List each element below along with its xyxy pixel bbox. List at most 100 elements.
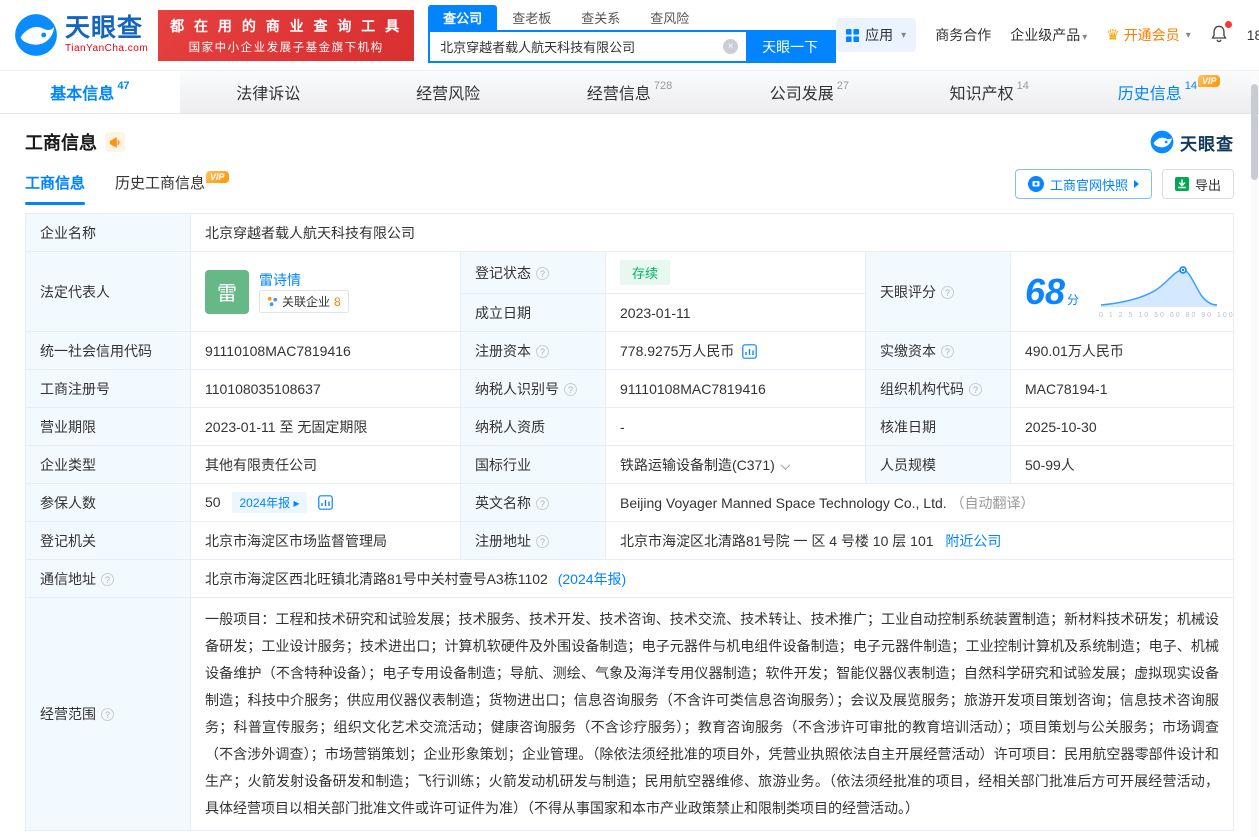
table-row: 经营范围? 一般项目：工程和技术研究和试验发展；技术服务、技术开发、技术咨询、技… — [26, 598, 1234, 831]
nav-open-vip[interactable]: ♛ 开通会员 ▾ — [1106, 25, 1190, 45]
search-button[interactable]: 天眼一下 — [746, 32, 834, 61]
table-row: 登记机关 北京市海淀区市场监督管理局 注册地址? 北京市海淀区北清路81号院 一… — [26, 522, 1234, 560]
annual-report-link[interactable]: (2024年报) — [558, 571, 626, 587]
help-icon[interactable]: ? — [536, 267, 549, 280]
english-name-value: Beijing Voyager Manned Space Technology … — [606, 484, 1234, 522]
tab-count: 27 — [837, 80, 849, 92]
account-phone-label: 186*... — [1247, 27, 1259, 43]
table-row: 营业期限 2023-01-11 至 无固定期限 纳税人资质 - 核准日期 202… — [26, 408, 1234, 446]
legal-rep-avatar[interactable]: 雷 — [205, 270, 249, 314]
org-code-value: MAC78194-1 — [1011, 370, 1234, 408]
search-input[interactable] — [430, 32, 723, 61]
tab-legal-proceedings[interactable]: 法律诉讼 — [180, 71, 360, 113]
help-icon[interactable]: ? — [941, 286, 954, 299]
search-tab-boss[interactable]: 查老板 — [497, 5, 566, 30]
related-companies-badge[interactable]: 关联企业 8 — [259, 290, 349, 313]
help-icon[interactable]: ? — [941, 345, 954, 358]
help-icon[interactable]: ? — [564, 383, 577, 396]
taxpayer-id-value: 91110108MAC7819416 — [606, 370, 866, 408]
subtab-actions: 工商官网快照 导出 — [1015, 169, 1234, 207]
brand-name: 天眼查 — [65, 16, 148, 41]
est-date-label: 成立日期 — [461, 294, 606, 332]
official-snapshot-button[interactable]: 工商官网快照 — [1015, 169, 1152, 199]
paid-capital-value: 490.01万人民币 — [1011, 332, 1234, 370]
help-icon[interactable]: ? — [536, 345, 549, 358]
scrollbar-track — [1251, 72, 1258, 837]
table-row: 企业类型 其他有限责任公司 国标行业 铁路运输设备制造(C371) 人员规模 5… — [26, 446, 1234, 484]
section-header: 工商信息 天眼查 — [25, 129, 1234, 155]
annual-report-badge[interactable]: 2024年报 ▸ — [232, 492, 306, 513]
help-icon[interactable]: ? — [536, 535, 549, 548]
search-box: × 天眼一下 — [428, 30, 836, 63]
nearby-companies-link[interactable]: 附近公司 — [945, 533, 1001, 549]
company-type-value: 其他有限责任公司 — [191, 446, 461, 484]
open-vip-label: 开通会员 — [1124, 25, 1180, 45]
score-cell[interactable]: 68分 0 1 2 5 10 50 60 80 90 100 — [1011, 252, 1234, 332]
insured-trend-icon[interactable] — [318, 495, 333, 510]
staff-size-label: 人员规模 — [866, 446, 1011, 484]
export-label: 导出 — [1195, 175, 1221, 194]
industry-label: 国标行业 — [461, 446, 606, 484]
tab-label: 法律诉讼 — [236, 80, 300, 104]
taxpayer-id-label: 纳税人识别号? — [461, 370, 606, 408]
top-header: 天眼查 TianYanCha.com 都 在 用 的 商 业 查 询 工 具 国… — [0, 0, 1259, 70]
tab-company-development[interactable]: 公司发展27 — [719, 71, 899, 113]
tab-history-info[interactable]: 历史信息14VIP — [1079, 71, 1259, 113]
help-icon[interactable]: ? — [969, 383, 982, 396]
insured-label: 参保人数 — [26, 484, 191, 522]
help-icon[interactable]: ? — [101, 708, 114, 721]
export-excel-icon — [1175, 177, 1189, 191]
main-content: 工商信息 天眼查 工商信息 历史工商信息VIP 工商官网 — [0, 129, 1259, 831]
capital-trend-icon[interactable] — [742, 344, 757, 359]
tab-label: 知识产权 — [950, 80, 1014, 104]
tab-operating-risk[interactable]: 经营风险 — [360, 71, 540, 113]
table-row: 通信地址? 北京市海淀区西北旺镇北清路81号中关村壹号A3栋1102 (2024… — [26, 560, 1234, 598]
business-scope-label: 经营范围? — [26, 598, 191, 831]
search-tab-risk[interactable]: 查风险 — [635, 5, 704, 30]
reg-capital-label: 注册资本? — [461, 332, 606, 370]
company-name-label: 企业名称 — [26, 214, 191, 252]
tab-count: 14 — [1017, 80, 1029, 92]
nav-enterprise-products[interactable]: 企业级产品▾ — [1010, 25, 1087, 45]
tab-label: 经营信息 — [587, 80, 651, 104]
legal-rep-label: 法定代表人 — [26, 252, 191, 332]
search-tab-relation[interactable]: 查关系 — [566, 5, 635, 30]
chevron-down-icon[interactable] — [780, 460, 790, 470]
est-date-value: 2023-01-11 — [606, 294, 866, 332]
chevron-down-icon: ▾ — [1186, 30, 1191, 41]
tab-count: 728 — [654, 80, 672, 92]
export-button[interactable]: 导出 — [1162, 169, 1234, 199]
help-icon[interactable]: ? — [101, 573, 114, 586]
reg-status-value: 存续 — [606, 252, 866, 294]
search-tab-company[interactable]: 查公司 — [428, 5, 497, 30]
tab-intellectual-property[interactable]: 知识产权14 — [899, 71, 1079, 113]
help-icon[interactable]: ? — [536, 497, 549, 510]
subtab-business-info[interactable]: 工商信息 — [25, 172, 85, 205]
tianyancha-logo[interactable]: 天眼查 TianYanCha.com — [14, 13, 148, 57]
score-chart: 0 1 2 5 10 50 60 80 90 100 — [1099, 264, 1219, 319]
clear-icon[interactable]: × — [723, 39, 738, 54]
notification-bell[interactable] — [1210, 24, 1228, 46]
reg-number-value: 110108035108637 — [191, 370, 461, 408]
tab-label: 公司发展 — [770, 80, 834, 104]
subtab-history-business-info[interactable]: 历史工商信息VIP — [115, 172, 229, 205]
business-term-value: 2023-01-11 至 无固定期限 — [191, 408, 461, 446]
staff-size-value: 50-99人 — [1011, 446, 1234, 484]
related-count: 8 — [334, 295, 341, 309]
apps-menu[interactable]: 应用 ▾ — [836, 18, 916, 52]
scrollbar-thumb[interactable] — [1251, 84, 1258, 180]
tab-operating-info[interactable]: 经营信息728 — [540, 71, 720, 113]
account-phone[interactable]: 186*...▾ — [1247, 27, 1259, 43]
announcement-icon[interactable] — [105, 132, 125, 152]
chevron-down-icon: ▾ — [1082, 32, 1087, 43]
tab-basic-info[interactable]: 基本信息47 — [0, 71, 180, 113]
subtab-row: 工商信息 历史工商信息VIP 工商官网快照 导出 — [25, 169, 1234, 207]
insured-value: 50 2024年报 ▸ — [191, 484, 461, 522]
table-row: 工商注册号 110108035108637 纳税人识别号? 91110108MA… — [26, 370, 1234, 408]
nav-business-cooperation[interactable]: 商务合作 — [935, 25, 991, 45]
legal-rep-cell: 雷 雷诗情 关联企业 8 — [191, 252, 461, 332]
brand-domain: TianYanCha.com — [65, 43, 148, 54]
taxpayer-quality-label: 纳税人资质 — [461, 408, 606, 446]
apps-label: 应用 — [865, 25, 893, 45]
legal-rep-name-link[interactable]: 雷诗情 — [259, 272, 301, 288]
